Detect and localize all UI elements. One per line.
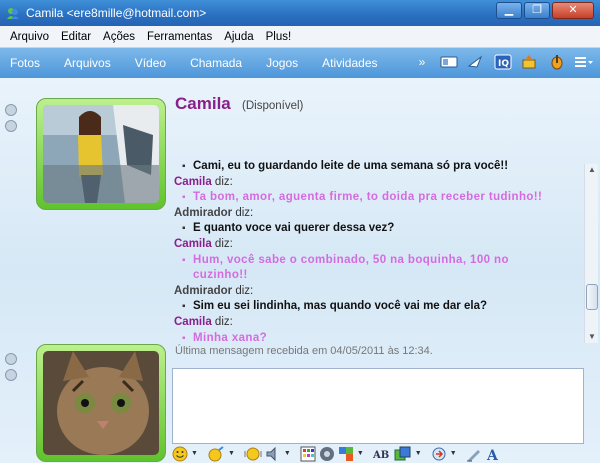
sender-line: Camila diz: [174, 176, 233, 188]
font-icon[interactable]: AB [373, 446, 391, 462]
games-icon[interactable] [338, 446, 354, 462]
sender-line: Admirador diz: [174, 285, 253, 297]
contact-status: (Disponível) [242, 100, 304, 112]
sender-suffix: diz: [235, 284, 254, 297]
toolbar: Fotos Arquivos Vídeo Chamada Jogos Ativi… [0, 48, 600, 78]
bullet-icon: ▪ [182, 301, 186, 313]
self-photo [43, 351, 159, 455]
sender-line: Admirador diz: [174, 207, 253, 219]
wink-dropdown-icon[interactable]: ▼ [228, 450, 235, 457]
message-text: cuzinho!! [193, 269, 248, 282]
emoticon-icon[interactable] [172, 446, 188, 462]
color-icon[interactable] [394, 446, 412, 462]
message-text: Hum, você sabe o combinado, 50 na boquin… [193, 253, 509, 266]
background-icon[interactable] [300, 446, 316, 462]
sender-suffix: diz: [235, 206, 254, 219]
sound-icon[interactable] [319, 446, 335, 462]
contact-name: Camila [175, 94, 231, 113]
minimize-button[interactable]: ▁ [496, 2, 522, 19]
bullet-icon: ▪ [182, 254, 186, 266]
messenger-icon [7, 8, 19, 19]
scroll-down-icon[interactable]: ▼ [586, 331, 598, 343]
sender-suffix: diz: [214, 175, 233, 188]
sender-line: Camila diz: [174, 316, 233, 328]
self-avatar[interactable] [36, 344, 166, 462]
menu-ajuda[interactable]: Ajuda [218, 31, 259, 43]
toolbar-arquivos[interactable]: Arquivos [52, 56, 123, 70]
toolbar-chamada[interactable]: Chamada [178, 56, 254, 70]
message-text: Minha xana? [193, 331, 268, 344]
message-text: E quanto voce vai querer dessa vez? [193, 222, 395, 235]
sender-name: Admirador [174, 206, 233, 219]
title-bar: Camila <ere8mille@hotmail.com> ▁ ❐ ✕ [0, 0, 600, 26]
bullet-icon: ▪ [182, 223, 186, 235]
menu-icon[interactable] [574, 53, 594, 71]
toolbar-jogos[interactable]: Jogos [254, 56, 310, 70]
bullet-icon: ▪ [182, 332, 186, 344]
sender-suffix: diz: [214, 238, 233, 250]
message-input[interactable] [173, 369, 583, 443]
iq-icon[interactable]: IQ [493, 53, 513, 71]
last-message-info: Última mensagem recebida em 04/05/2011 à… [175, 345, 433, 357]
svg-text:AB: AB [373, 450, 389, 461]
handwriting-icon[interactable] [466, 446, 482, 462]
voice-dropdown-icon[interactable]: ▼ [284, 450, 291, 457]
share-dropdown-icon[interactable]: ▼ [450, 450, 457, 457]
share-icon[interactable] [431, 446, 447, 462]
scroll-up-icon[interactable]: ▲ [586, 164, 598, 176]
toolbar-overflow-button[interactable]: » [412, 53, 432, 71]
message-text: Ta bom, amor, aguenta firme, to doida pr… [193, 191, 543, 204]
bullet-icon: ▪ [182, 192, 186, 204]
guitar-icon[interactable] [547, 53, 567, 71]
sender-name: Admirador [174, 284, 233, 297]
toolbar-atividades[interactable]: Atividades [310, 56, 389, 70]
collapse-self-icon[interactable] [5, 353, 17, 365]
paint-icon[interactable] [520, 53, 540, 71]
chat-scrollbar[interactable]: ▲ ▼ [584, 164, 598, 343]
format-toolbar: ▼ ▼ ▼ ▼ AB ▼ ▼ A [172, 444, 600, 463]
toolbar-video[interactable]: Vídeo [123, 56, 178, 70]
text-format-icon[interactable]: A [485, 446, 501, 462]
sender-name: Camila [174, 316, 212, 328]
menu-editar[interactable]: Editar [55, 31, 97, 43]
message-text: Cami, eu to guardando leite de uma seman… [193, 160, 509, 172]
message-text: Sim eu sei lindinha, mas quando você vai… [193, 300, 487, 313]
voice-clip-icon[interactable] [265, 446, 281, 462]
games-dropdown-icon[interactable]: ▼ [357, 450, 364, 457]
wink-icon[interactable] [207, 445, 225, 462]
sender-name: Camila [174, 175, 212, 188]
collapse-contact-icon[interactable] [5, 104, 17, 116]
window-title: Camila <ere8mille@hotmail.com> [26, 6, 207, 20]
message-input-box[interactable] [172, 368, 584, 444]
toolbar-fotos[interactable]: Fotos [0, 56, 52, 70]
contact-card-icon[interactable] [439, 53, 459, 71]
conversation-window: Camila (Disponível) ▪ Cami, eu to guardan… [0, 78, 600, 463]
send-file-icon[interactable] [466, 53, 486, 71]
sender-name: Camila [174, 238, 212, 250]
chat-history: ▪ Cami, eu to guardando leite de uma sema… [174, 160, 574, 356]
sender-suffix: diz: [214, 316, 233, 328]
menu-plus[interactable]: Plus! [260, 31, 298, 43]
color-dropdown-icon[interactable]: ▼ [415, 450, 422, 457]
menu-acoes[interactable]: Ações [97, 31, 141, 43]
contact-avatar[interactable] [36, 98, 166, 210]
nudge-icon[interactable] [244, 446, 262, 462]
bullet-icon: ▪ [182, 161, 186, 172]
menu-bar: Arquivo Editar Ações Ferramentas Ajuda P… [0, 26, 600, 48]
self-options-icon[interactable] [5, 369, 17, 381]
contact-photo [43, 105, 159, 203]
menu-ferramentas[interactable]: Ferramentas [141, 31, 218, 43]
emoticon-dropdown-icon[interactable]: ▼ [191, 450, 198, 457]
maximize-button[interactable]: ❐ [524, 2, 550, 19]
svg-text:A: A [486, 448, 499, 462]
scroll-thumb[interactable] [586, 284, 598, 310]
close-button[interactable]: ✕ [552, 2, 594, 19]
contact-options-icon[interactable] [5, 120, 17, 132]
sender-line: Camila diz: [174, 238, 233, 250]
menu-arquivo[interactable]: Arquivo [4, 31, 55, 43]
svg-text:IQ: IQ [498, 59, 509, 69]
